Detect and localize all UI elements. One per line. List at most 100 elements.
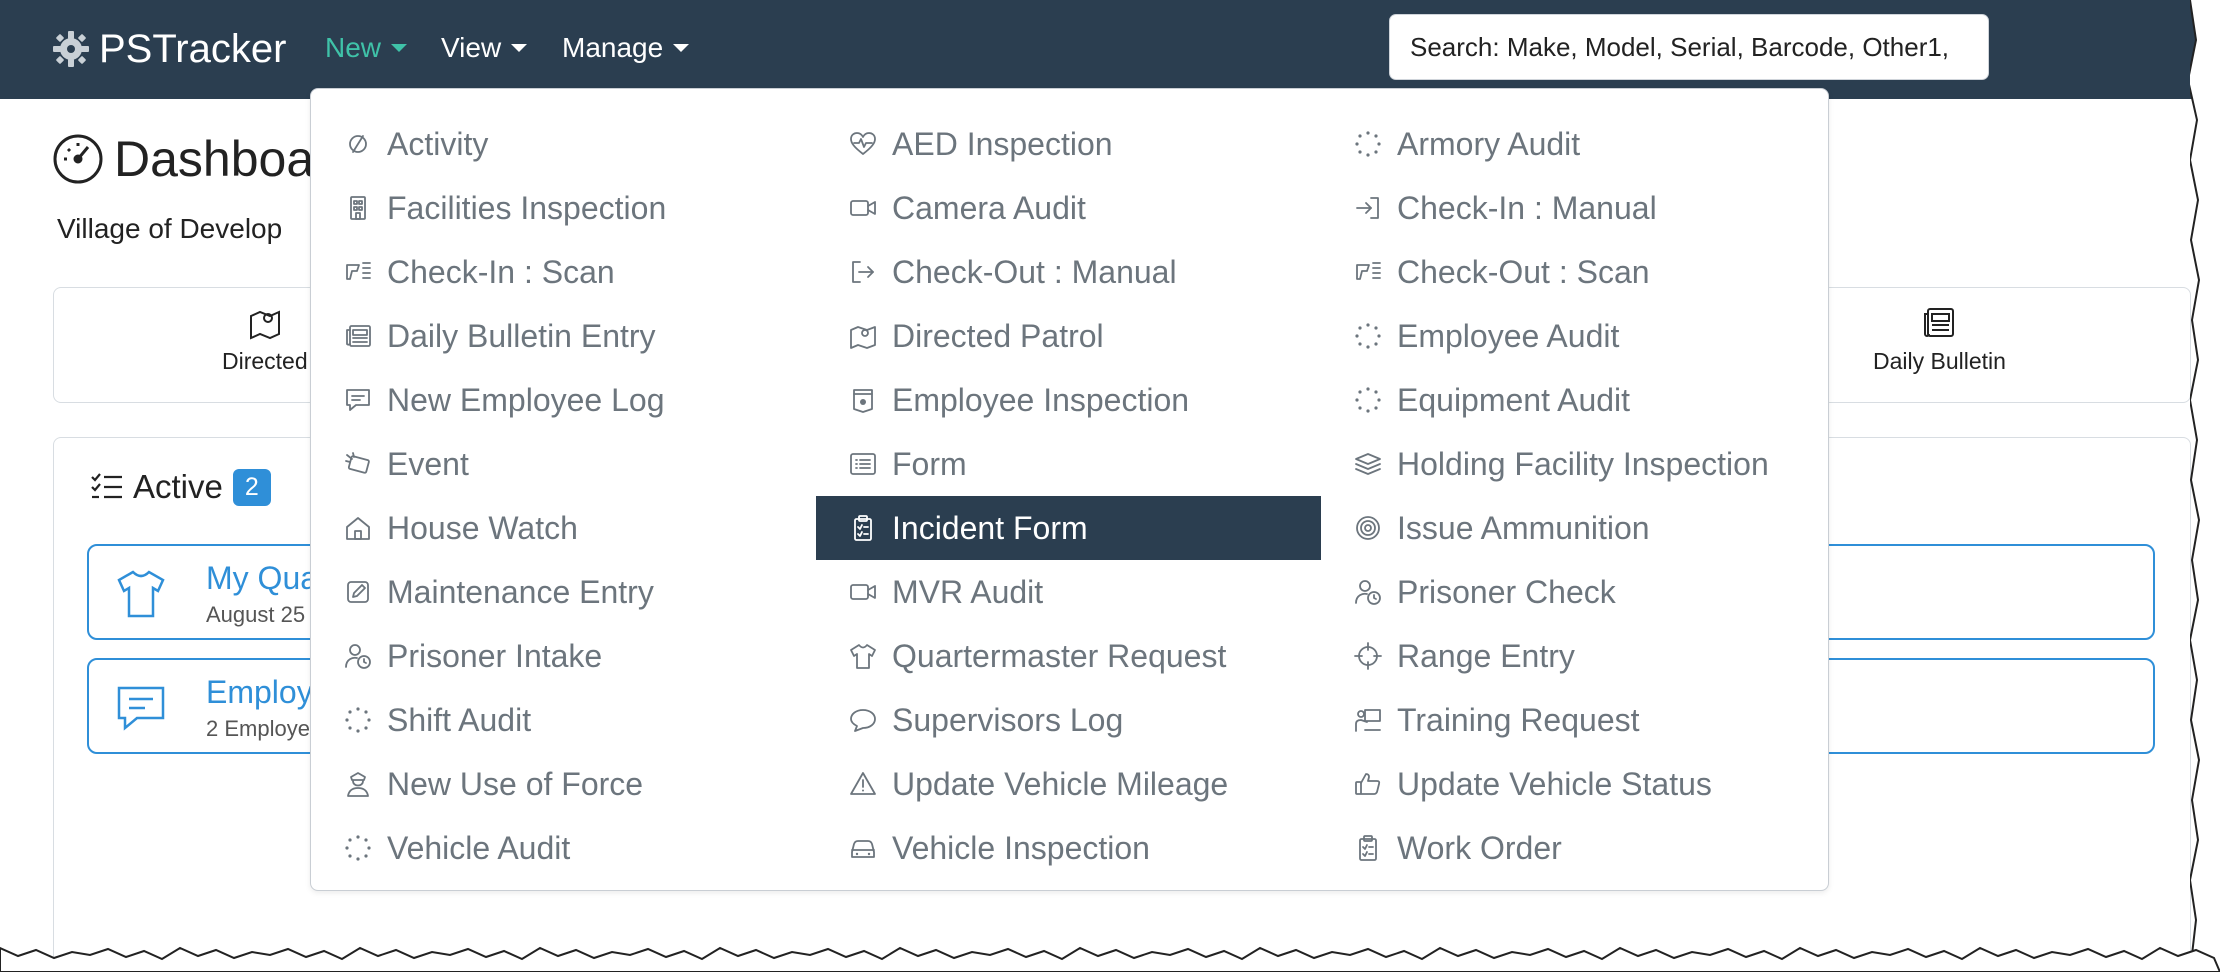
- active-item-subtitle: 2 Employe: [206, 716, 310, 741]
- menu-item-quartermaster-request[interactable]: Quartermaster Request: [816, 624, 1321, 688]
- nav-menu-view-label: View: [441, 32, 502, 63]
- menu-item-label: House Watch: [387, 509, 578, 546]
- menu-item-label: Directed Patrol: [892, 317, 1104, 354]
- menu-item-label: Facilities Inspection: [387, 189, 667, 226]
- menu-item-issue-ammunition[interactable]: Issue Ammunition: [1321, 496, 1826, 560]
- menu-item-label: Incident Form: [892, 509, 1088, 546]
- nav-menu-manage[interactable]: Manage: [562, 28, 690, 68]
- activity-icon: [349, 135, 367, 153]
- menu-item-label: Supervisors Log: [892, 701, 1124, 738]
- quick-link-directed[interactable]: Directed: [222, 306, 308, 375]
- menu-item-facilities-inspection[interactable]: Facilities Inspection: [311, 176, 816, 240]
- menu-item-training-request[interactable]: Training Request: [1321, 688, 1826, 752]
- menu-item-vehicle-audit[interactable]: Vehicle Audit: [311, 816, 816, 880]
- dropdown-column-1: Activity Facilities Inspection Check-In : …: [311, 112, 816, 880]
- menu-item-shift-audit[interactable]: Shift Audit: [311, 688, 816, 752]
- newspaper-icon: [1924, 308, 1955, 337]
- menu-item-check-in-manual[interactable]: Check-In : Manual: [1321, 176, 1826, 240]
- menu-item-label: Range Entry: [1397, 637, 1575, 674]
- menu-item-check-in-scan[interactable]: Check-In : Scan: [311, 240, 816, 304]
- caret-down-icon: [511, 44, 528, 52]
- menu-item-mvr-audit[interactable]: MVR Audit: [816, 560, 1321, 624]
- menu-item-label: Employee Audit: [1397, 317, 1620, 354]
- quick-link-label: Daily Bulletin: [1873, 348, 2006, 374]
- menu-item-incident-form[interactable]: Incident Form: [816, 496, 1321, 560]
- menu-item-label: Update Vehicle Status: [1397, 765, 1712, 802]
- menu-item-label: Check-Out : Manual: [892, 253, 1177, 290]
- dotted-circle-icon: [1355, 323, 1381, 349]
- menu-item-label: Check-In : Scan: [387, 253, 615, 290]
- menu-item-label: Update Vehicle Mileage: [892, 765, 1229, 802]
- menu-item-check-out-manual[interactable]: Check-Out : Manual: [816, 240, 1321, 304]
- menu-item-update-vehicle-mileage[interactable]: Update Vehicle Mileage: [816, 752, 1321, 816]
- nav-menu-manage-label: Manage: [562, 32, 664, 63]
- menu-item-work-order[interactable]: Work Order: [1321, 816, 1826, 880]
- clipboard-icon: [854, 515, 872, 541]
- menu-item-label: Vehicle Audit: [387, 829, 571, 866]
- car-icon: [851, 840, 875, 858]
- nav-menu-view[interactable]: View: [441, 28, 528, 68]
- menu-item-holding-facility-inspection[interactable]: Holding Facility Inspection: [1321, 432, 1826, 496]
- menu-item-update-vehicle-status[interactable]: Update Vehicle Status: [1321, 752, 1826, 816]
- menu-item-supervisors-log[interactable]: Supervisors Log: [816, 688, 1321, 752]
- crosshair-icon: [1354, 642, 1382, 670]
- page-title-text: Dashboa: [114, 131, 315, 187]
- active-title: Active: [133, 468, 223, 505]
- quick-link-daily-bulletin[interactable]: Daily Bulletin: [1873, 306, 2006, 375]
- organization-name: Village of Develop: [57, 213, 283, 244]
- menu-item-label: Prisoner Intake: [387, 637, 603, 674]
- menu-item-employee-audit[interactable]: Employee Audit: [1321, 304, 1826, 368]
- menu-item-directed-patrol[interactable]: Directed Patrol: [816, 304, 1321, 368]
- menu-item-armory-audit[interactable]: Armory Audit: [1321, 112, 1826, 176]
- thumbs-up-icon: [1355, 773, 1381, 795]
- menu-item-range-entry[interactable]: Range Entry: [1321, 624, 1826, 688]
- menu-item-prisoner-intake[interactable]: Prisoner Intake: [311, 624, 816, 688]
- menu-item-new-use-of-force[interactable]: New Use of Force: [311, 752, 816, 816]
- video-camera-icon: [850, 584, 876, 600]
- checklist-icon: [91, 473, 122, 499]
- menu-item-label: Form: [892, 445, 967, 482]
- menu-item-label: Camera Audit: [892, 189, 1086, 226]
- dropdown-column-2: AED Inspection Camera Audit Check-Out : Ma…: [816, 112, 1321, 880]
- menu-item-activity[interactable]: Activity: [311, 112, 816, 176]
- menu-item-check-out-scan[interactable]: Check-Out : Scan: [1321, 240, 1826, 304]
- menu-item-label: Check-Out : Scan: [1397, 253, 1650, 290]
- menu-item-camera-audit[interactable]: Camera Audit: [816, 176, 1321, 240]
- menu-item-label: Shift Audit: [387, 701, 532, 738]
- layers-icon: [1355, 453, 1381, 475]
- menu-item-form[interactable]: Form: [816, 432, 1321, 496]
- menu-item-aed-inspection[interactable]: AED Inspection: [816, 112, 1321, 176]
- nav-menu-new[interactable]: New: [325, 28, 408, 68]
- menu-item-label: Prisoner Check: [1397, 573, 1616, 610]
- person-clock-icon: [1355, 580, 1381, 605]
- brand-logo[interactable]: PSTracker: [51, 24, 286, 74]
- shirt-icon: [850, 644, 876, 669]
- new-dropdown-menu: Activity Facilities Inspection Check-In : …: [310, 88, 1829, 891]
- menu-item-prisoner-check[interactable]: Prisoner Check: [1321, 560, 1826, 624]
- menu-item-new-employee-log[interactable]: New Employee Log: [311, 368, 816, 432]
- search-input[interactable]: [1389, 14, 1989, 80]
- menu-item-employee-inspection[interactable]: Employee Inspection: [816, 368, 1321, 432]
- page-title: Dashboa: [52, 130, 314, 188]
- menu-item-daily-bulletin-entry[interactable]: Daily Bulletin Entry: [311, 304, 816, 368]
- chat-icon: [346, 389, 370, 411]
- menu-item-label: AED Inspection: [892, 125, 1113, 162]
- menu-item-label: Check-In : Manual: [1397, 189, 1657, 226]
- menu-item-equipment-audit[interactable]: Equipment Audit: [1321, 368, 1826, 432]
- menu-item-event[interactable]: Event: [311, 432, 816, 496]
- heart-pulse-icon: [850, 132, 876, 155]
- menu-item-maintenance-entry[interactable]: Maintenance Entry: [311, 560, 816, 624]
- event-icon: [345, 452, 370, 474]
- menu-item-vehicle-inspection[interactable]: Vehicle Inspection: [816, 816, 1321, 880]
- dotted-circle-icon: [1355, 131, 1381, 157]
- menu-item-label: Issue Ammunition: [1397, 509, 1650, 546]
- torn-edge-right: [2190, 0, 2220, 972]
- dotted-circle-icon: [345, 835, 371, 861]
- scanner-icon: [1356, 262, 1381, 280]
- active-count-badge: 2: [232, 468, 271, 506]
- menu-item-house-watch[interactable]: House Watch: [311, 496, 816, 560]
- warning-icon: [850, 772, 876, 795]
- menu-item-label: Maintenance Entry: [387, 573, 654, 610]
- target-icon: [1356, 516, 1380, 540]
- caret-down-icon: [391, 44, 408, 52]
